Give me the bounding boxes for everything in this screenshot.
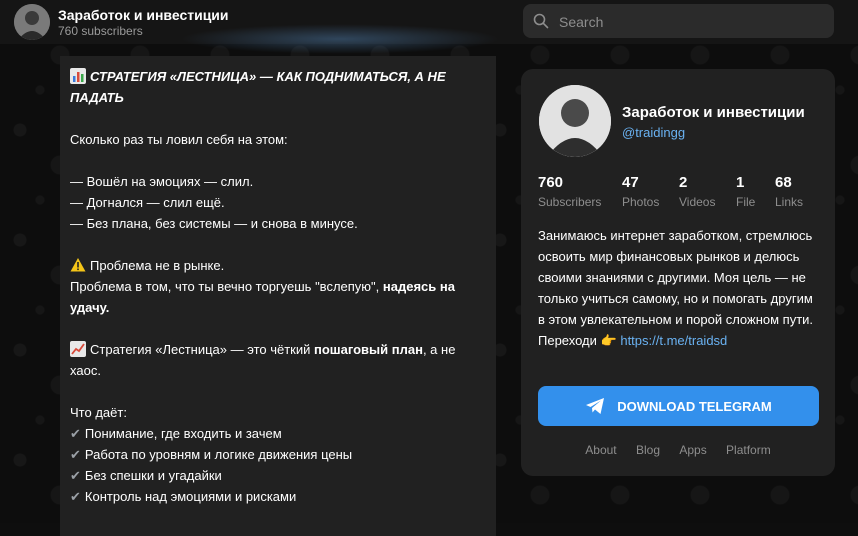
stat-label: Photos	[622, 195, 660, 209]
channel-post: СТРАТЕГИЯ «ЛЕСТНИЦА» — КАК ПОДНИМАТЬСЯ, …	[60, 56, 496, 536]
pointing-hand-icon: 👉	[600, 333, 617, 348]
bar-chart-icon	[70, 68, 86, 84]
footer-links: About Blog Apps Platform	[521, 443, 835, 457]
strategy-text-plain: Стратегия «Лестница» — это чёткий	[90, 342, 315, 357]
channel-info-card: Заработок и инвестиции @traidingg 760 Su…	[521, 69, 835, 476]
channel-title[interactable]: Заработок и инвестиции	[58, 7, 229, 23]
stat-links: 68 Links	[775, 174, 803, 209]
strategy-text-bold: пошаговый план	[314, 342, 423, 357]
channel-header: Заработок и инвестиции 760 subscribers	[0, 0, 858, 54]
download-telegram-label: DOWNLOAD TELEGRAM	[617, 398, 772, 414]
stat-value: 1	[736, 174, 745, 191]
benefit-text: Работа по уровням и логике движения цены	[84, 447, 353, 462]
search-box[interactable]	[523, 4, 834, 40]
check-mark-icon: ✔	[70, 468, 81, 483]
post-line: — Вошёл на эмоциях — слил.	[70, 174, 254, 189]
person-avatar-icon	[539, 85, 611, 157]
benefit-item: ✔ Контроль над эмоциями и рисками	[70, 486, 484, 507]
benefit-item: ✔ Без спешки и угадайки	[70, 465, 484, 486]
warning-icon	[70, 258, 86, 272]
benefit-text: Без спешки и угадайки	[84, 468, 222, 483]
footer-link-apps[interactable]: Apps	[679, 443, 706, 457]
stat-files: 1 File	[736, 174, 755, 209]
channel-avatar[interactable]	[14, 4, 50, 40]
search-icon	[533, 13, 549, 29]
post-title: СТРАТЕГИЯ «ЛЕСТНИЦА» — КАК ПОДНИМАТЬСЯ, …	[70, 69, 446, 105]
channel-description: Занимаюсь интернет заработком, стремлюсь…	[538, 225, 820, 351]
channel-handle[interactable]: @traidingg	[622, 125, 685, 140]
check-mark-icon: ✔	[70, 489, 81, 504]
benefit-text: Контроль над эмоциями и рисками	[84, 489, 297, 504]
benefit-item: ✔ Понимание, где входить и зачем	[70, 423, 484, 444]
problem-text: Проблема в том, что ты вечно торгуешь "в…	[70, 276, 484, 318]
stat-label: Subscribers	[538, 195, 602, 209]
person-avatar-icon	[14, 4, 50, 40]
telegram-plane-icon	[586, 398, 605, 414]
gives-title: Что даёт:	[70, 405, 127, 420]
channel-name: Заработок и инвестиции	[622, 104, 805, 121]
stat-label: Videos	[679, 195, 716, 209]
post-line: — Догнался — слил ещё.	[70, 195, 225, 210]
problem-head: Проблема не в рынке.	[90, 258, 225, 273]
stat-value: 47	[622, 174, 639, 191]
post-title-line: СТРАТЕГИЯ «ЛЕСТНИЦА» — КАК ПОДНИМАТЬСЯ, …	[70, 66, 484, 108]
check-mark-icon: ✔	[70, 447, 81, 462]
stat-value: 2	[679, 174, 688, 191]
problem-text-plain: Проблема в том, что ты вечно торгуешь "в…	[70, 279, 383, 294]
channel-link[interactable]: https://t.me/traidsd	[620, 333, 727, 348]
footer-link-blog[interactable]: Blog	[636, 443, 660, 457]
stat-subscribers: 760 Subscribers	[538, 174, 601, 209]
chart-increasing-icon	[70, 341, 86, 357]
post-line: — Без плана, без системы — и снова в мин…	[70, 216, 358, 231]
post-question: Сколько раз ты ловил себя на этом:	[70, 132, 288, 147]
stat-videos: 2 Videos	[679, 174, 715, 209]
benefit-item: ✔ Работа по уровням и логике движения цен…	[70, 444, 484, 465]
stat-label: File	[736, 195, 756, 209]
problem-head-line: Проблема не в рынке.	[70, 255, 484, 276]
stat-value: 68	[775, 174, 792, 191]
check-mark-icon: ✔	[70, 426, 81, 441]
benefit-text: Понимание, где входить и зачем	[84, 426, 282, 441]
channel-profile-photo[interactable]	[539, 85, 611, 157]
footer-link-about[interactable]: About	[585, 443, 616, 457]
stat-photos: 47 Photos	[622, 174, 659, 209]
subscriber-count: 760 subscribers	[58, 24, 143, 38]
header-image-glow	[180, 24, 500, 54]
footer-link-platform[interactable]: Platform	[726, 443, 771, 457]
search-input[interactable]	[557, 4, 831, 40]
stat-value: 760	[538, 174, 564, 191]
download-telegram-button[interactable]: DOWNLOAD TELEGRAM	[538, 386, 819, 426]
strategy-text: Стратегия «Лестница» — это чёткий пошаго…	[70, 339, 484, 381]
description-text: Занимаюсь интернет заработком, стремлюсь…	[538, 228, 814, 348]
stat-label: Links	[775, 195, 804, 209]
